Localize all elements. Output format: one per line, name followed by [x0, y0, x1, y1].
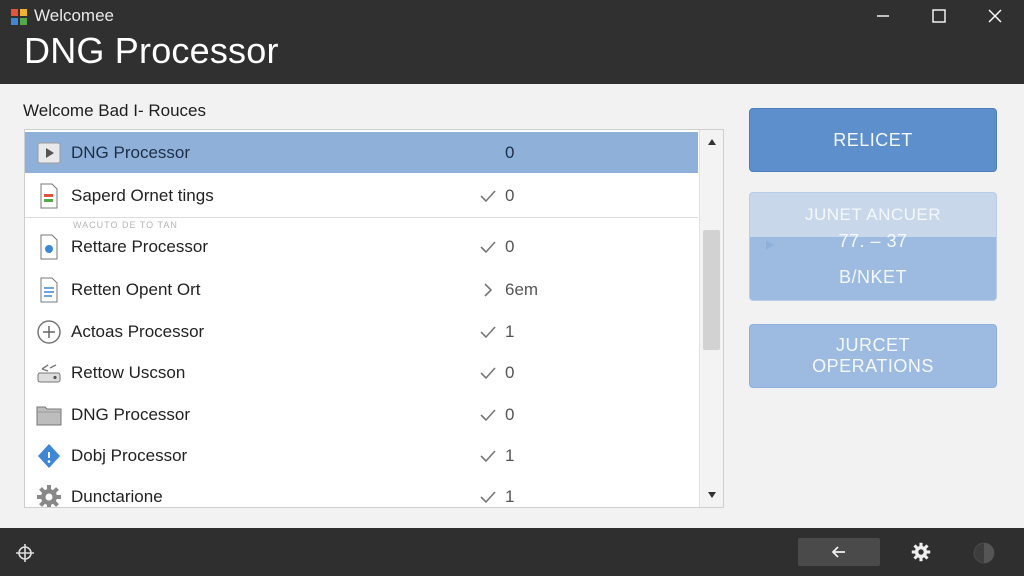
list-item-value: 0 — [505, 142, 515, 162]
minimize-button[interactable] — [860, 0, 906, 32]
list-item[interactable]: DNG Processor 0 — [25, 132, 698, 173]
list-item-value: 1 — [505, 445, 515, 465]
operations-button-line-1: JURCET — [836, 335, 910, 355]
title-bar: Welcomee DNG Processor — [0, 0, 1024, 84]
scroll-up-button[interactable] — [700, 132, 723, 152]
play-icon — [36, 140, 62, 166]
main-content: Welcome Bad I- Rouces DNG Processor 0 Sa… — [0, 84, 1024, 528]
operations-button[interactable]: JURCET OPERATIONS — [749, 324, 997, 388]
scroll-thumb[interactable] — [703, 230, 720, 350]
list-item-label: DNG Processor — [71, 142, 191, 162]
window-title: Welcomee — [34, 6, 114, 25]
list-title: Welcome Bad I- Rouces — [23, 101, 206, 120]
check-icon — [477, 446, 499, 466]
list-item[interactable]: Saperd Ornet tings 0 — [25, 175, 698, 216]
document-lines-icon — [36, 277, 62, 303]
list-item-value: 1 — [505, 321, 515, 341]
button-line-3: B/NKET — [838, 267, 907, 287]
plus-circle-icon — [36, 319, 62, 345]
list-item[interactable]: DNG Processor 0 — [25, 394, 698, 435]
sync-drive-icon — [36, 360, 62, 386]
check-icon — [477, 322, 499, 342]
gear-icon — [911, 542, 931, 562]
move-icon — [16, 544, 34, 562]
maximize-button[interactable] — [916, 0, 962, 32]
settings-button[interactable] — [908, 540, 934, 564]
list-item-label: Rettare Processor — [71, 236, 208, 256]
operations-button-line-2: OPERATIONS — [812, 356, 934, 376]
list-item-label: Dobj Processor — [71, 445, 188, 465]
list-item[interactable]: Rettow Uscson 0 — [25, 352, 698, 393]
profile-icon — [973, 542, 995, 564]
button-line-1: JUNET ANCUER — [804, 205, 942, 224]
chevron-right-icon — [477, 280, 499, 300]
check-icon — [477, 237, 499, 257]
list-item-value: 0 — [505, 404, 515, 424]
junet-answer-button[interactable]: JUNET ANCUER 77. – 37 B/NKET — [749, 192, 997, 301]
button-line-2: 77. – 37 — [838, 231, 908, 251]
app-logo-icon — [11, 9, 27, 25]
list-item-value: 0 — [505, 362, 515, 382]
list-item-value: 1 — [505, 486, 515, 506]
check-icon — [477, 186, 499, 206]
reject-button-label: RELICET — [833, 129, 913, 150]
list-item[interactable]: Actoas Processor 1 — [25, 311, 698, 352]
list-item-label: Rettow Uscson — [71, 362, 186, 382]
list-item-label: Saperd Ornet tings — [71, 185, 214, 205]
folder-icon — [36, 402, 62, 428]
row-divider — [25, 217, 698, 218]
close-button[interactable] — [972, 0, 1018, 32]
list-item-label: Retten Opent Ort — [71, 279, 201, 299]
check-icon — [477, 405, 499, 425]
document-colored-icon — [36, 183, 62, 209]
list-item-label: Dunctarione — [71, 486, 163, 506]
bottom-bar — [0, 528, 1024, 576]
close-icon — [988, 9, 1002, 23]
process-list: DNG Processor 0 Saperd Ornet tings 0 WAC… — [24, 129, 724, 508]
back-arrow-icon — [831, 546, 845, 558]
list-item[interactable]: Dobj Processor 1 — [25, 435, 698, 476]
list-item-value: 0 — [505, 236, 515, 256]
back-button[interactable] — [798, 538, 880, 566]
document-blue-icon — [36, 234, 62, 260]
chevron-up-icon — [707, 139, 716, 145]
list-item-label: DNG Processor — [71, 404, 191, 424]
list-item[interactable]: Dunctarione 1 — [25, 476, 698, 507]
list-item-value: 6em — [505, 279, 539, 299]
check-icon — [477, 487, 499, 507]
profile-button[interactable] — [970, 540, 998, 566]
check-icon — [477, 363, 499, 383]
list-rows: DNG Processor 0 Saperd Ornet tings 0 WAC… — [25, 130, 698, 507]
list-item-label: Actoas Processor — [71, 321, 205, 341]
gear-icon — [36, 484, 62, 507]
shield-info-icon — [36, 443, 62, 469]
reject-button[interactable]: RELICET — [749, 108, 997, 172]
chevron-down-icon — [707, 492, 716, 498]
list-item-value: 0 — [505, 185, 515, 205]
minimize-icon — [877, 15, 889, 17]
move-button[interactable] — [14, 542, 36, 564]
list-item[interactable]: Retten Opent Ort 6em — [25, 269, 698, 310]
list-item[interactable]: Rettare Processor 0 — [25, 226, 698, 267]
page-title: DNG Processor — [24, 30, 279, 71]
maximize-icon — [932, 9, 946, 23]
scroll-down-button[interactable] — [700, 485, 723, 505]
vertical-scrollbar[interactable] — [699, 130, 723, 507]
